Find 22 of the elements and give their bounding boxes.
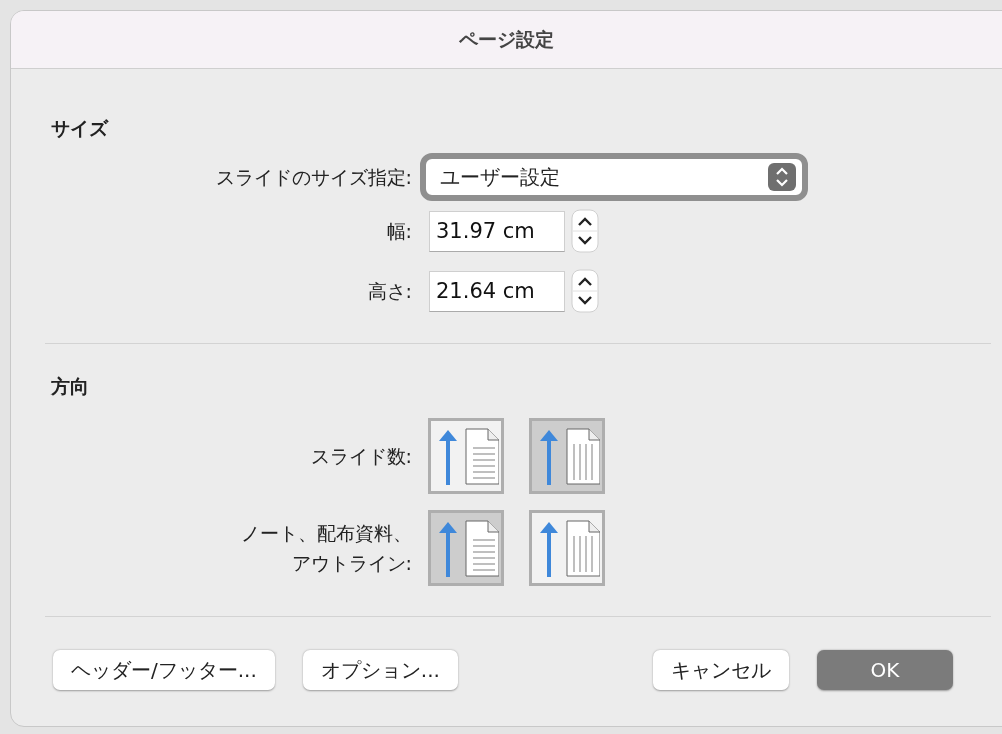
stepper[interactable]: [571, 269, 599, 313]
dialog-button[interactable]: オプション...: [302, 650, 458, 690]
field-label: スライドのサイズ指定:: [214, 165, 412, 190]
orientation-button[interactable]: [428, 418, 504, 494]
size-dropdown[interactable]: ユーザー設定: [420, 153, 808, 201]
ok-button[interactable]: OK: [817, 650, 953, 690]
field-label: ノート、配布資料、 アウトライン:: [240, 521, 412, 576]
field-label: 高さ:: [366, 279, 412, 304]
stepper[interactable]: [571, 209, 599, 253]
field-label: スライド数:: [309, 444, 412, 469]
width-field[interactable]: 31.97 cm: [429, 210, 565, 252]
cancel-button[interactable]: キャンセル: [653, 650, 789, 690]
window-title: ページ設定: [458, 26, 554, 52]
orientation-button[interactable]: [428, 510, 504, 586]
field-label: 幅:: [385, 219, 412, 244]
section-heading: サイズ: [50, 116, 110, 141]
height-field[interactable]: 21.64 cm: [429, 270, 565, 312]
dialog-button[interactable]: ヘッダー/フッター...: [53, 650, 275, 690]
orientation-button[interactable]: [529, 510, 605, 586]
up-down-arrows-icon: [768, 163, 796, 191]
section-heading: 方向: [50, 374, 90, 399]
orientation-button[interactable]: [529, 418, 605, 494]
